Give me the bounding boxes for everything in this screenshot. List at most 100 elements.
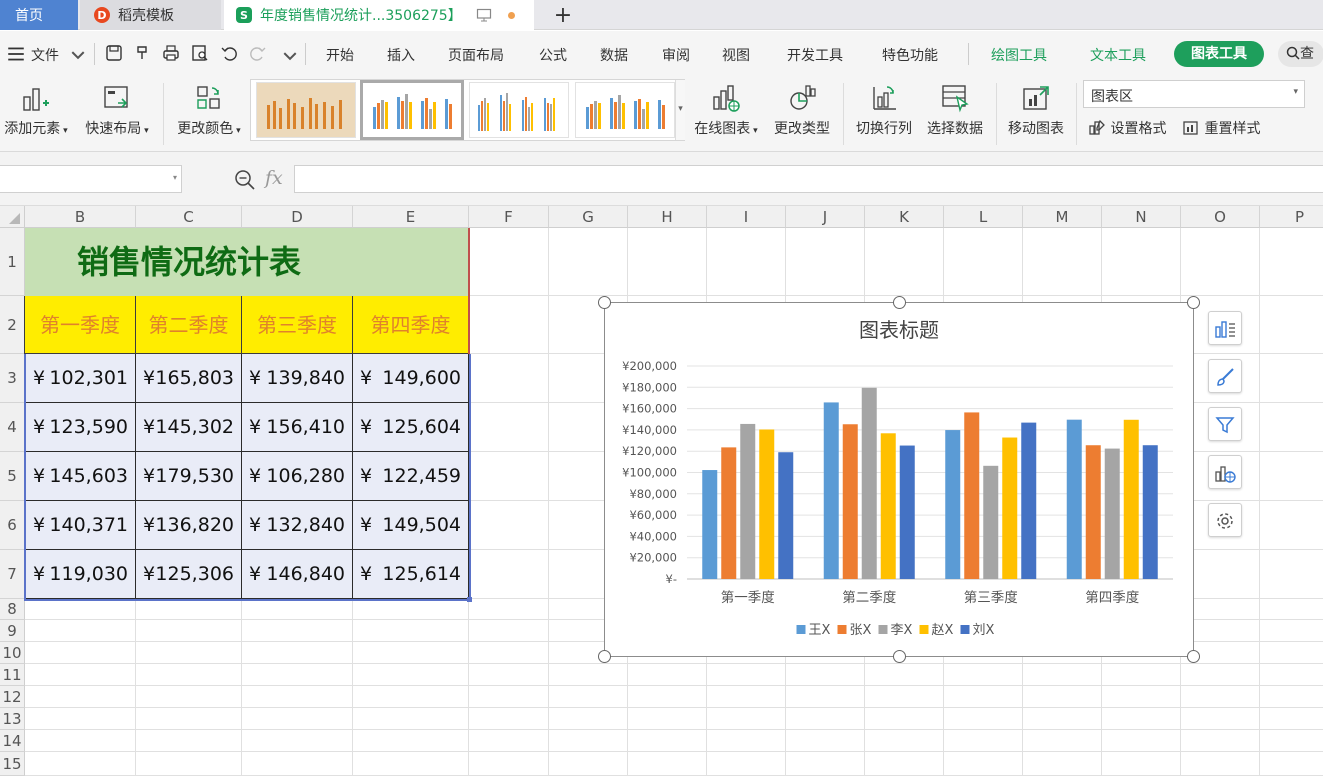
- row-header-15[interactable]: 15: [0, 752, 25, 776]
- column-header-b[interactable]: B: [25, 206, 136, 228]
- menu-review[interactable]: 审阅: [662, 45, 690, 65]
- select-data-button[interactable]: 选择数据: [923, 77, 987, 147]
- row-header-2[interactable]: 2: [0, 296, 25, 354]
- print-preview-icon[interactable]: [190, 43, 210, 63]
- change-color-button[interactable]: 更改颜色 ▾: [172, 77, 246, 147]
- chart-object[interactable]: 图表标题 ¥200,000 ¥180,000 ¥160,000 ¥140,000 ¥12…: [604, 302, 1194, 657]
- column-header-g[interactable]: G: [549, 206, 628, 228]
- row-header-4[interactable]: 4: [0, 403, 25, 452]
- chart-style-1[interactable]: [256, 82, 356, 138]
- row-header-10[interactable]: 10: [0, 642, 25, 664]
- change-type-button[interactable]: 更改类型: [770, 77, 834, 147]
- chart-element-select[interactable]: 图表区 ▾: [1083, 80, 1305, 108]
- table-cell[interactable]: ¥122,459: [353, 452, 469, 501]
- chart-bar[interactable]: [778, 452, 794, 579]
- chart-settings-button[interactable]: [1208, 503, 1242, 537]
- column-header-l[interactable]: L: [944, 206, 1023, 228]
- resize-handle-n[interactable]: [893, 296, 906, 309]
- name-box[interactable]: ▾: [0, 165, 182, 193]
- reset-style-button[interactable]: 重置样式: [1182, 118, 1260, 138]
- table-cell[interactable]: ¥125,604: [353, 403, 469, 452]
- row-header-9[interactable]: 9: [0, 620, 25, 642]
- monitor-icon[interactable]: [476, 8, 492, 22]
- fill-handle[interactable]: [467, 597, 472, 602]
- row-header-6[interactable]: 6: [0, 501, 25, 550]
- chart-bar[interactable]: [1123, 419, 1139, 579]
- resize-handle-nw[interactable]: [598, 296, 611, 309]
- row-header-11[interactable]: 11: [0, 664, 25, 686]
- table-cell[interactable]: ¥179,530: [136, 452, 242, 501]
- legend-label[interactable]: 王X: [809, 623, 831, 638]
- header-cell-q4[interactable]: 第四季度: [353, 296, 469, 354]
- add-element-button[interactable]: 添加元素 ▾: [0, 77, 72, 147]
- chart-bar[interactable]: [1085, 445, 1101, 579]
- chart-bar[interactable]: [1104, 448, 1120, 579]
- row-header-5[interactable]: 5: [0, 452, 25, 501]
- table-cell[interactable]: ¥102,301: [25, 354, 136, 403]
- table-cell[interactable]: ¥145,603: [25, 452, 136, 501]
- chart-style-4[interactable]: [575, 82, 675, 138]
- header-cell-q1[interactable]: 第一季度: [25, 296, 136, 354]
- chart-bar[interactable]: [1142, 445, 1158, 579]
- file-menu[interactable]: 文件: [31, 45, 59, 65]
- table-cell[interactable]: ¥139,840: [242, 354, 353, 403]
- table-cell[interactable]: ¥125,614: [353, 550, 469, 599]
- column-header-f[interactable]: F: [469, 206, 549, 228]
- table-title-cell[interactable]: 销售情况统计表: [25, 228, 469, 296]
- chart-bar[interactable]: [964, 412, 980, 579]
- table-cell[interactable]: ¥132,840: [242, 501, 353, 550]
- resize-handle-ne[interactable]: [1187, 296, 1200, 309]
- select-all-corner[interactable]: [0, 206, 25, 228]
- search-box[interactable]: 查: [1278, 41, 1323, 67]
- column-header-o[interactable]: O: [1181, 206, 1260, 228]
- column-header-c[interactable]: C: [136, 206, 242, 228]
- new-tab-button[interactable]: +: [548, 0, 578, 30]
- resize-handle-s[interactable]: [893, 650, 906, 663]
- chart-bar[interactable]: [842, 424, 858, 579]
- header-cell-q3[interactable]: 第三季度: [242, 296, 353, 354]
- table-cell[interactable]: ¥156,410: [242, 403, 353, 452]
- table-cell[interactable]: ¥140,371: [25, 501, 136, 550]
- table-cell[interactable]: ¥145,302: [136, 403, 242, 452]
- chart-bar[interactable]: [721, 447, 737, 579]
- menu-drawing-tools[interactable]: 绘图工具: [991, 45, 1047, 65]
- chart-bar[interactable]: [1002, 437, 1018, 579]
- column-header-d[interactable]: D: [242, 206, 353, 228]
- row-header-8[interactable]: 8: [0, 599, 25, 620]
- online-chart-side-button[interactable]: [1208, 455, 1242, 489]
- chart-bar[interactable]: [899, 445, 915, 579]
- legend-label[interactable]: 刘X: [973, 623, 995, 638]
- header-cell-q2[interactable]: 第二季度: [136, 296, 242, 354]
- online-chart-button[interactable]: 在线图表 ▾: [690, 77, 762, 147]
- redo-icon[interactable]: [248, 43, 268, 63]
- row-header-14[interactable]: 14: [0, 730, 25, 752]
- resize-handle-sw[interactable]: [598, 650, 611, 663]
- table-cell[interactable]: ¥125,306: [136, 550, 242, 599]
- row-header-13[interactable]: 13: [0, 708, 25, 730]
- column-header-n[interactable]: N: [1102, 206, 1181, 228]
- row-header-12[interactable]: 12: [0, 686, 25, 708]
- chart-filter-button[interactable]: [1208, 407, 1242, 441]
- table-cell[interactable]: ¥149,600: [353, 354, 469, 403]
- menu-insert[interactable]: 插入: [387, 45, 415, 65]
- customize-quick-access-icon[interactable]: [280, 46, 300, 66]
- menu-home[interactable]: 开始: [326, 45, 354, 65]
- chart-bar[interactable]: [740, 423, 756, 579]
- chart-elements-button[interactable]: [1208, 311, 1242, 345]
- table-cell[interactable]: ¥165,803: [136, 354, 242, 403]
- chart-title[interactable]: 图表标题: [859, 318, 939, 342]
- menu-text-tools[interactable]: 文本工具: [1090, 45, 1146, 65]
- chart-bar[interactable]: [861, 387, 877, 579]
- hamburger-icon[interactable]: [6, 44, 26, 64]
- move-chart-button[interactable]: 移动图表: [1004, 77, 1068, 147]
- print-icon[interactable]: [161, 43, 181, 63]
- tab-document[interactable]: S 年度销售情况统计...3506275】: [224, 0, 534, 30]
- formula-input[interactable]: [294, 165, 1323, 193]
- chart-bar[interactable]: [1021, 422, 1037, 579]
- menu-formulas[interactable]: 公式: [539, 45, 567, 65]
- save-icon[interactable]: [104, 43, 124, 63]
- table-cell[interactable]: ¥149,504: [353, 501, 469, 550]
- table-cell[interactable]: ¥119,030: [25, 550, 136, 599]
- quick-layout-button[interactable]: 快速布局 ▾: [80, 77, 154, 147]
- menu-chart-tools[interactable]: 图表工具: [1174, 41, 1264, 67]
